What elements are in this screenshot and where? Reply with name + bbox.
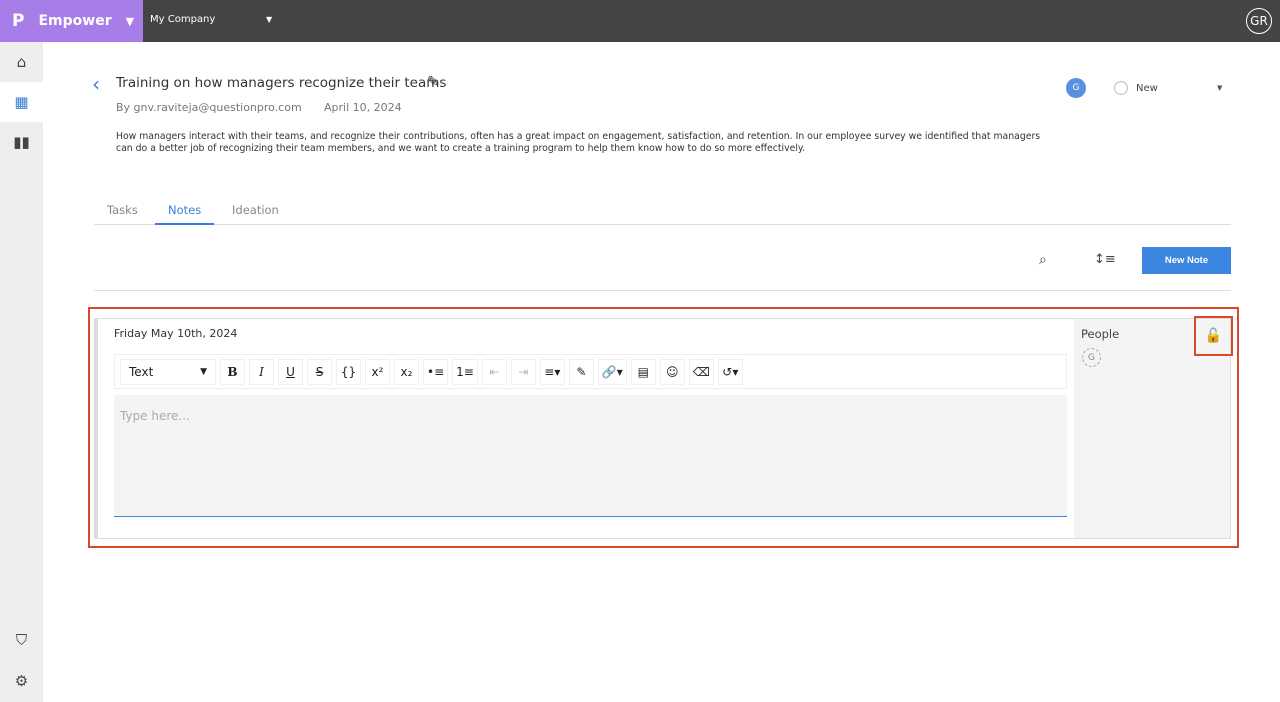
created-date: April 10, 2024 <box>324 101 402 114</box>
editor-placeholder: Type here... <box>120 409 190 423</box>
reports-icon[interactable]: ▮▮ <box>0 122 43 162</box>
person-avatar[interactable]: G <box>1082 348 1101 367</box>
app-logo: P <box>12 11 24 31</box>
strikethrough-button[interactable]: S <box>307 359 332 385</box>
top-bar: P Empower ▼ My Company ▼ GR <box>0 0 1280 42</box>
format-value: Text <box>129 365 153 379</box>
bold-button[interactable]: B <box>220 359 245 385</box>
people-label: People <box>1081 327 1119 341</box>
tab-tasks[interactable]: Tasks <box>94 203 151 225</box>
company-selector[interactable]: My Company <box>150 14 215 25</box>
app-switcher[interactable]: P Empower ▼ <box>0 0 143 42</box>
caret-down-icon: ▼ <box>126 15 134 28</box>
editor-toolbar: Text▼ B I U S {} x² x₂ •≡ 1≡ ⇤ ⇥ ≡▾ ✎ 🔗▾… <box>114 354 1067 389</box>
sort-icon[interactable]: ↕≡ <box>1094 252 1116 267</box>
unlock-icon[interactable]: 🔓 <box>1194 316 1233 356</box>
link-dropdown[interactable]: 🔗▾ <box>598 359 627 385</box>
author: By gnv.raviteja@questionpro.com <box>116 101 302 114</box>
description: How managers interact with their teams, … <box>116 131 1046 155</box>
undo-dropdown[interactable]: ↺▾ <box>718 359 743 385</box>
caret-down-icon[interactable]: ▼ <box>266 15 272 24</box>
sidebar: ⌂ ▦ ▮▮ ⛉ ⚙ <box>0 42 43 702</box>
numbered-list-icon[interactable]: 1≡ <box>452 359 478 385</box>
gear-icon[interactable]: ⚙ <box>0 661 43 701</box>
status-label: New <box>1136 83 1158 94</box>
caret-down-icon[interactable]: ▼ <box>1217 84 1222 92</box>
status-dropdown[interactable]: New <box>1114 81 1158 95</box>
status-circle-icon <box>1114 81 1128 95</box>
indent-icon[interactable]: ⇥ <box>511 359 536 385</box>
highlight-pen-icon[interactable]: ✎ <box>569 359 594 385</box>
new-note-button[interactable]: New Note <box>1142 247 1231 274</box>
edit-icon[interactable]: ✎ <box>427 74 439 90</box>
italic-button[interactable]: I <box>249 359 274 385</box>
format-select[interactable]: Text▼ <box>120 359 216 385</box>
code-button[interactable]: {} <box>336 359 361 385</box>
search-icon[interactable]: ⌕ <box>1039 252 1047 268</box>
eraser-icon[interactable]: ⌫ <box>689 359 714 385</box>
page-title: Training on how managers recognize their… <box>116 75 446 91</box>
shield-icon[interactable]: ⛉ <box>0 620 43 660</box>
note-editor[interactable]: Type here... <box>114 395 1067 517</box>
bullet-list-icon[interactable]: •≡ <box>423 359 448 385</box>
code-block-icon[interactable]: ▤ <box>631 359 656 385</box>
superscript-button[interactable]: x² <box>365 359 390 385</box>
underline-button[interactable]: U <box>278 359 303 385</box>
align-dropdown[interactable]: ≡▾ <box>540 359 565 385</box>
outdent-icon[interactable]: ⇤ <box>482 359 507 385</box>
emoji-icon[interactable]: ☺ <box>660 359 685 385</box>
divider <box>94 290 1231 291</box>
back-icon[interactable]: ‹ <box>92 72 100 96</box>
subscript-button[interactable]: x₂ <box>394 359 419 385</box>
app-name: Empower <box>38 13 111 29</box>
tab-bar: Tasks Notes Ideation <box>94 196 1231 225</box>
tab-notes[interactable]: Notes <box>155 203 214 225</box>
tab-ideation[interactable]: Ideation <box>219 203 292 225</box>
home-icon[interactable]: ⌂ <box>0 42 43 82</box>
user-avatar[interactable]: GR <box>1246 8 1272 34</box>
dashboard-icon[interactable]: ▦ <box>0 82 43 122</box>
note-date: Friday May 10th, 2024 <box>114 327 237 340</box>
assignee-avatar[interactable]: G <box>1066 78 1086 98</box>
